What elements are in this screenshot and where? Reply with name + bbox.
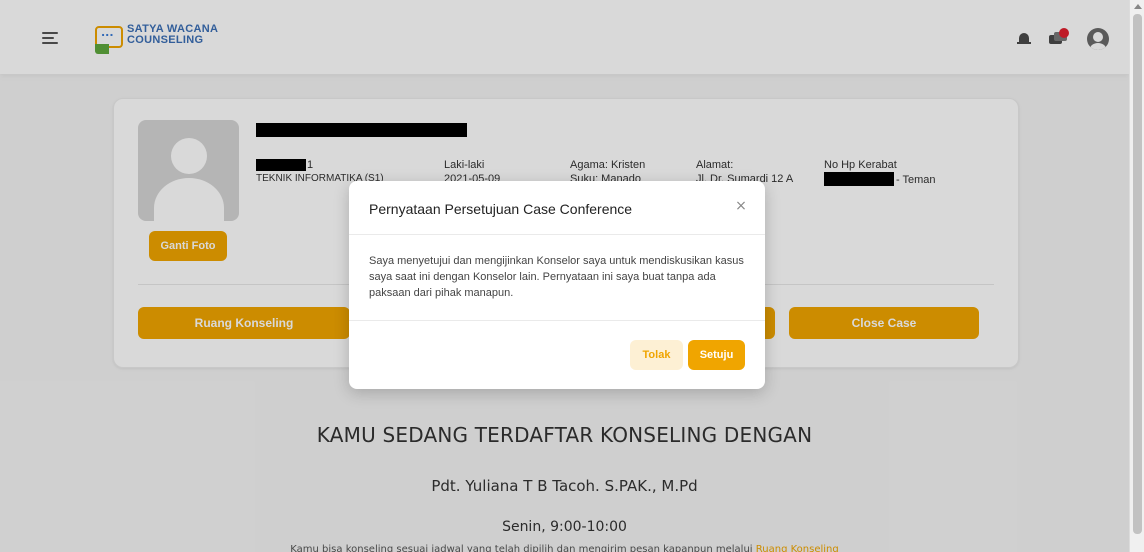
accept-button[interactable]: Setuju bbox=[688, 340, 745, 370]
scroll-up-arrow-icon[interactable] bbox=[1134, 4, 1142, 9]
close-icon[interactable]: × bbox=[734, 199, 748, 213]
scrollbar[interactable] bbox=[1129, 0, 1144, 552]
reject-button[interactable]: Tolak bbox=[630, 340, 683, 370]
scroll-thumb[interactable] bbox=[1133, 14, 1142, 534]
modal-body: Saya menyetujui dan mengijinkan Konselor… bbox=[369, 255, 744, 299]
consent-modal: Pernyataan Persetujuan Case Conference ×… bbox=[349, 181, 765, 389]
app: SATYA WACANA COUNSELING Ganti Foto 1 TEK… bbox=[0, 0, 1129, 552]
modal-title: Pernyataan Persetujuan Case Conference bbox=[369, 201, 633, 217]
modal-divider-bottom bbox=[349, 320, 765, 321]
modal-divider-top bbox=[349, 234, 765, 235]
